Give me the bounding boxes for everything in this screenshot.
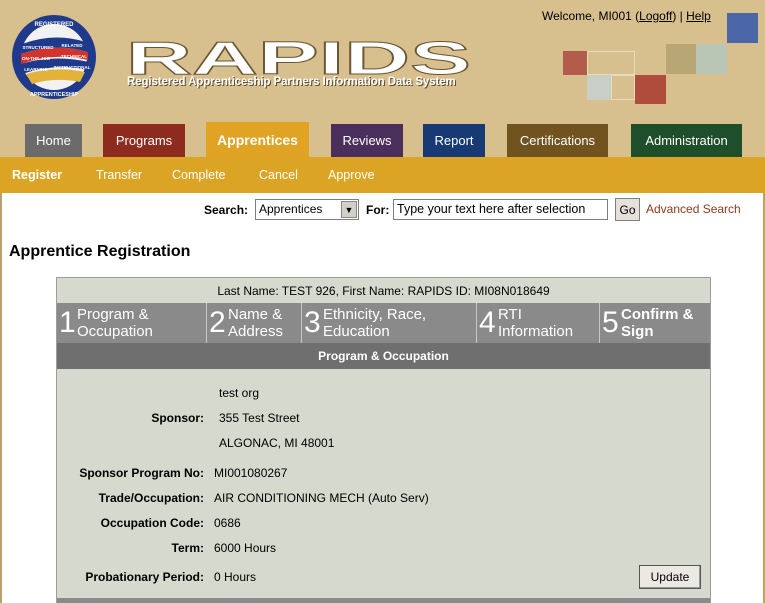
step-label: Confirm & Sign (621, 306, 694, 340)
page-title: Apprentice Registration (9, 243, 191, 260)
step-label-line: Program & (77, 306, 149, 323)
occupation-code-label: Occupation Code: (100, 516, 204, 530)
step-label-line: Name & (228, 306, 283, 323)
probationary-period-label: Probationary Period: (85, 570, 204, 584)
seal-band-text: RELATED (62, 43, 84, 48)
sponsor-program-no-label: Sponsor Program No: (79, 466, 204, 480)
step-label-line: Address (228, 323, 284, 340)
occupation-code-value: 0686 (214, 516, 241, 530)
step-rti-information[interactable]: 4 RTI Information (477, 303, 600, 343)
sponsor-city-value: ALGONAC, MI 48001 (219, 436, 335, 450)
welcome-text: Welcome, MI001 ( (542, 9, 640, 23)
brand-title: RAPIDS (126, 34, 471, 78)
seal-band-text: TECHNICAL (61, 54, 87, 59)
registration-panel: Last Name: TEST 926, First Name: RAPIDS … (56, 277, 711, 603)
search-category-value: Apprentices (259, 202, 323, 216)
panel-bottom-bar (57, 598, 710, 603)
step-label-line: Sign (621, 323, 654, 340)
update-button[interactable]: Update (639, 565, 701, 589)
sponsor-program-no-value: MI001080267 (214, 466, 288, 480)
decor-square (666, 44, 696, 74)
step-name-address[interactable]: 2 Name & Address (207, 303, 302, 343)
step-number: 4 (479, 306, 496, 339)
term-value: 6000 Hours (214, 541, 277, 555)
step-label-line: Confirm & (621, 306, 694, 323)
step-label: Program & Occupation (77, 306, 153, 340)
seal-band-text: INSTRUCTIONAL (54, 65, 91, 70)
term-label: Term: (171, 541, 204, 555)
advanced-search-link[interactable]: Advanced Search (646, 202, 741, 216)
trade-occupation-value: AIR CONDITIONING MECH (Auto Serv) (214, 491, 429, 505)
decor-square (563, 51, 587, 75)
brand-subtitle: Registered Apprenticeship Partners Infor… (127, 76, 456, 88)
step-label: Ethnicity, Race, Education (323, 306, 426, 340)
seal-band-text: STRUCTURED (23, 45, 55, 50)
tab-home[interactable]: Home (25, 124, 82, 157)
tab-report[interactable]: Report (423, 124, 485, 157)
tab-programs[interactable]: Programs (103, 124, 185, 157)
subnav-cancel[interactable]: Cancel (259, 168, 298, 182)
apprentice-name-line: Last Name: TEST 926, First Name: RAPIDS … (57, 278, 710, 303)
decor-square (727, 13, 758, 43)
step-number: 5 (602, 306, 619, 339)
go-button[interactable]: Go (615, 198, 640, 221)
decor-square (587, 51, 635, 75)
step-label-line: Ethnicity, Race, (323, 306, 427, 323)
seal-band-text: LEARNING (24, 67, 48, 72)
search-label: Search: (204, 203, 249, 217)
tab-reviews[interactable]: Reviews (331, 124, 403, 157)
subnav-register[interactable]: Register (12, 168, 62, 182)
brand-title-logo: RAPIDS (126, 34, 472, 78)
tab-apprentices[interactable]: Apprentices (206, 122, 309, 157)
subnav-complete[interactable]: Complete (172, 168, 226, 182)
for-label: For: (366, 203, 390, 217)
step-ethnicity-education[interactable]: 3 Ethnicity, Race, Education (302, 303, 477, 343)
probationary-period-value: 0 Hours (214, 570, 257, 584)
decor-square (635, 75, 666, 104)
step-number: 2 (209, 306, 226, 339)
step-label-line: Information (498, 323, 574, 340)
header: REGISTERED APPRENTICESHIP STRUCTURED ON-… (0, 0, 765, 157)
dropdown-arrow-icon[interactable]: ▼ (341, 201, 357, 218)
sponsor-label: Sponsor: (151, 411, 204, 425)
step-confirm-sign[interactable]: 5 Confirm & Sign (600, 303, 710, 343)
subnav-approve[interactable]: Approve (328, 168, 375, 182)
step-label-line: RTI (498, 306, 522, 323)
welcome-separator: ) | (672, 9, 683, 23)
step-label: Name & Address (228, 306, 283, 340)
seal-band-text: ON-THE-JOB (22, 56, 51, 61)
sponsor-street-value: 355 Test Street (219, 411, 300, 425)
wizard-steps: 1 Program & Occupation 2 Name & Address 3 … (57, 303, 710, 343)
welcome-bar: Welcome, MI001 (Logoff) | Help (542, 9, 711, 23)
section-title: Program & Occupation (57, 343, 710, 369)
seal-top-text: REGISTERED (34, 22, 74, 28)
apprenticeship-seal-logo: REGISTERED APPRENTICESHIP STRUCTURED ON-… (12, 15, 96, 99)
decor-square (587, 75, 611, 100)
tab-certifications[interactable]: Certifications (507, 124, 608, 157)
step-label: RTI Information (498, 306, 573, 340)
step-number: 3 (304, 306, 321, 339)
search-category-select[interactable]: Apprentices ▼ (255, 199, 359, 220)
sponsor-name-value: test org (219, 386, 260, 400)
step-number: 1 (59, 306, 76, 339)
page: REGISTERED APPRENTICESHIP STRUCTURED ON-… (0, 0, 765, 603)
subnav-transfer[interactable]: Transfer (96, 168, 142, 182)
help-link[interactable]: Help (686, 9, 711, 23)
logoff-link[interactable]: Logoff (639, 9, 672, 23)
step-label-line: Occupation (77, 323, 153, 340)
decor-square (696, 44, 727, 74)
sub-navigation: Register Transfer Complete Cancel Approv… (0, 157, 765, 193)
step-program-occupation[interactable]: 1 Program & Occupation (57, 303, 207, 343)
search-input[interactable]: Type your text here after selection (393, 199, 608, 220)
decor-square (611, 75, 635, 100)
trade-occupation-label: Trade/Occupation: (98, 491, 204, 505)
seal-bottom-text: APPRENTICESHIP (30, 92, 79, 98)
tab-administration[interactable]: Administration (631, 124, 742, 157)
step-label-line: Education (323, 323, 390, 340)
content-border (0, 193, 2, 603)
